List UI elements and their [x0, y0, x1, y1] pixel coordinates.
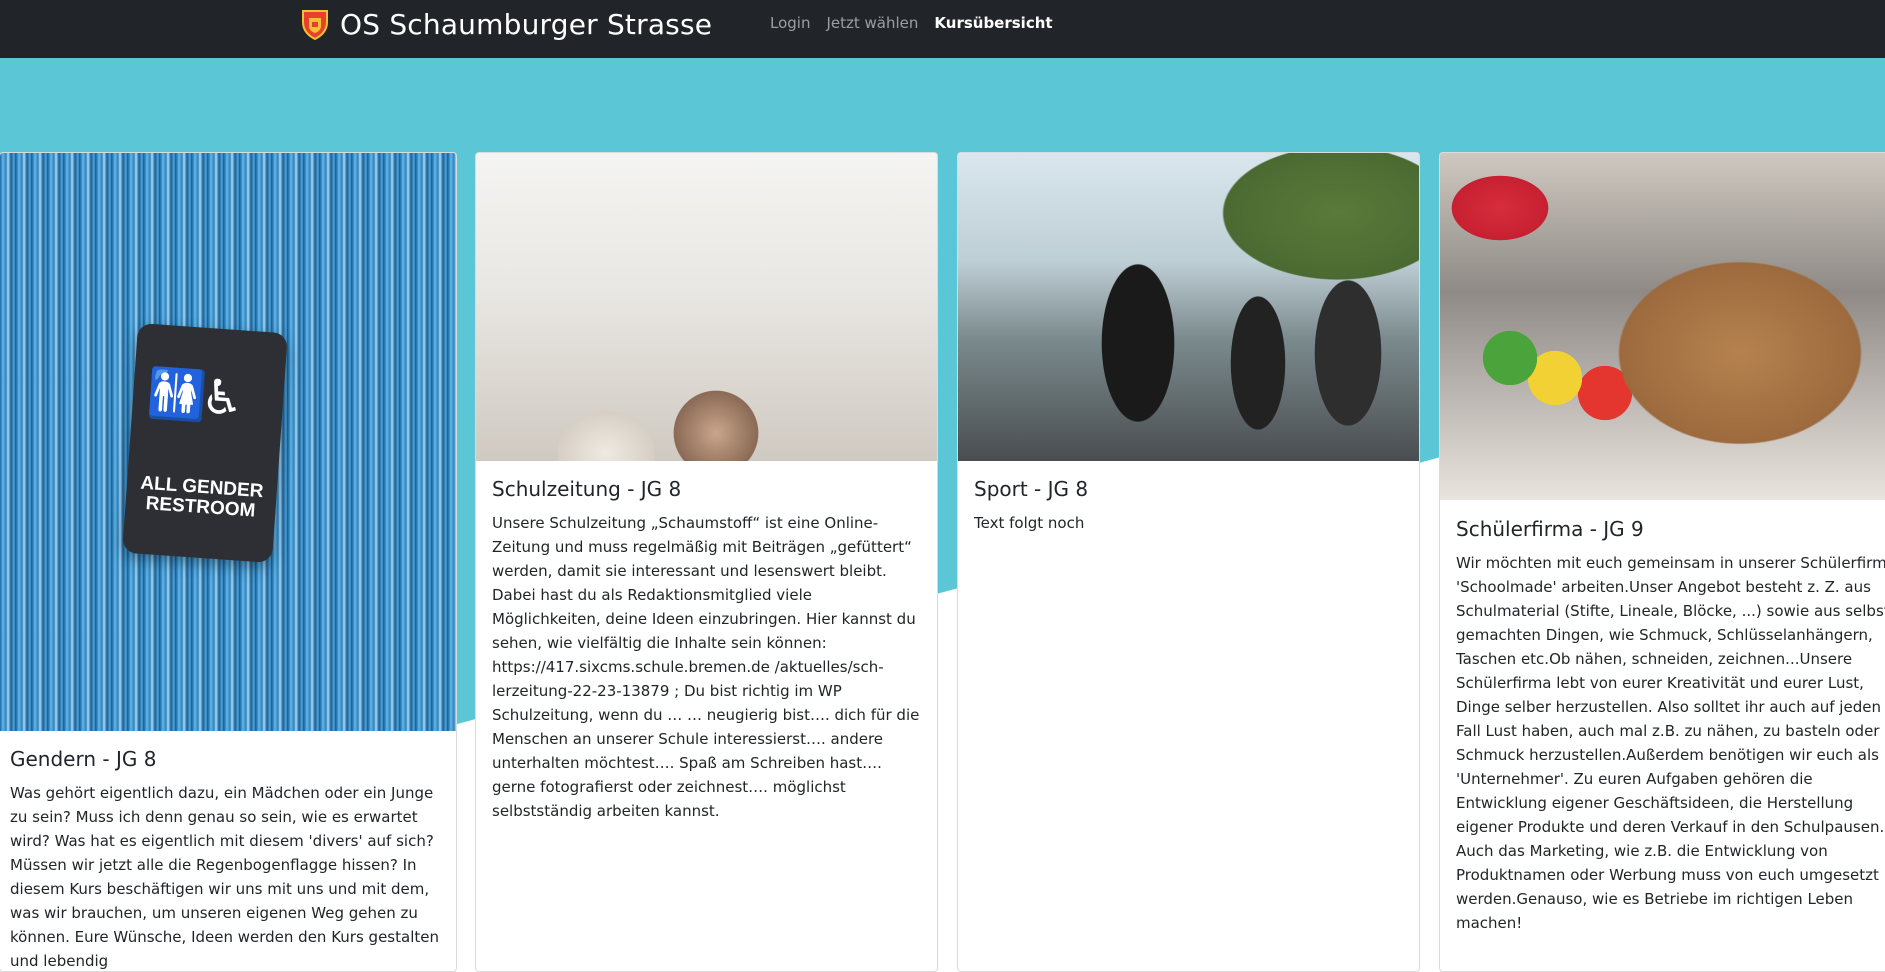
- course-card-body: Schulzeitung - JG 8 Unsere Schulzeitung …: [492, 477, 923, 823]
- course-card-sport[interactable]: Sport - JG 8 Text folgt noch: [957, 152, 1420, 972]
- course-description: Was gehört eigentlich dazu, ein Mädchen …: [10, 784, 439, 970]
- course-card-body: Schülerfirma - JG 9 Wir möchten mit euch…: [1456, 517, 1885, 935]
- course-description: Unsere Schulzeitung „Schaumstoff“ ist ei…: [492, 514, 920, 820]
- course-title: Gendern - JG 8: [10, 747, 157, 771]
- course-title: Schulzeitung - JG 8: [492, 477, 682, 501]
- course-image-gendern: 🚻♿ ALL GENDER RESTROOM: [0, 153, 456, 731]
- course-card-gendern[interactable]: 🚻♿ ALL GENDER RESTROOM Gendern - JG 8 Wa…: [0, 152, 457, 972]
- course-title: Schülerfirma - JG 9: [1456, 517, 1644, 541]
- restroom-sign: 🚻♿ ALL GENDER RESTROOM: [122, 323, 288, 563]
- course-card-schuelerfirma[interactable]: Schülerfirma - JG 9 Wir möchten mit euch…: [1439, 152, 1885, 972]
- course-description: Wir möchten mit euch gemeinsam in unsere…: [1456, 554, 1885, 932]
- course-description: Text folgt noch: [974, 514, 1085, 532]
- course-card-body: Sport - JG 8 Text folgt noch: [974, 477, 1405, 535]
- course-image-schulzeitung: [476, 153, 937, 461]
- course-image-schuelerfirma: [1440, 153, 1885, 500]
- course-image-sport: [958, 153, 1419, 461]
- course-card-body: Gendern - JG 8 Was gehört eigentlich daz…: [10, 747, 442, 971]
- top-navbar: OS Schaumburger Strasse Login Jetzt wähl…: [0, 0, 1885, 58]
- course-title: Sport - JG 8: [974, 477, 1089, 501]
- nav-links: Login Jetzt wählen Kursübersicht: [762, 14, 1061, 32]
- restroom-sign-text: ALL GENDER RESTROOM: [139, 472, 265, 522]
- course-card-schulzeitung[interactable]: Schulzeitung - JG 8 Unsere Schulzeitung …: [475, 152, 938, 972]
- brand-title: OS Schaumburger Strasse: [340, 7, 713, 41]
- nav-login-link[interactable]: Login: [762, 14, 818, 32]
- nav-vote-link[interactable]: Jetzt wählen: [818, 14, 926, 32]
- school-crest-icon: [302, 10, 328, 40]
- restroom-figures-icon: 🚻♿: [145, 364, 240, 428]
- nav-course-overview-link[interactable]: Kursübersicht: [926, 14, 1060, 32]
- brand-link[interactable]: OS Schaumburger Strasse: [300, 4, 712, 44]
